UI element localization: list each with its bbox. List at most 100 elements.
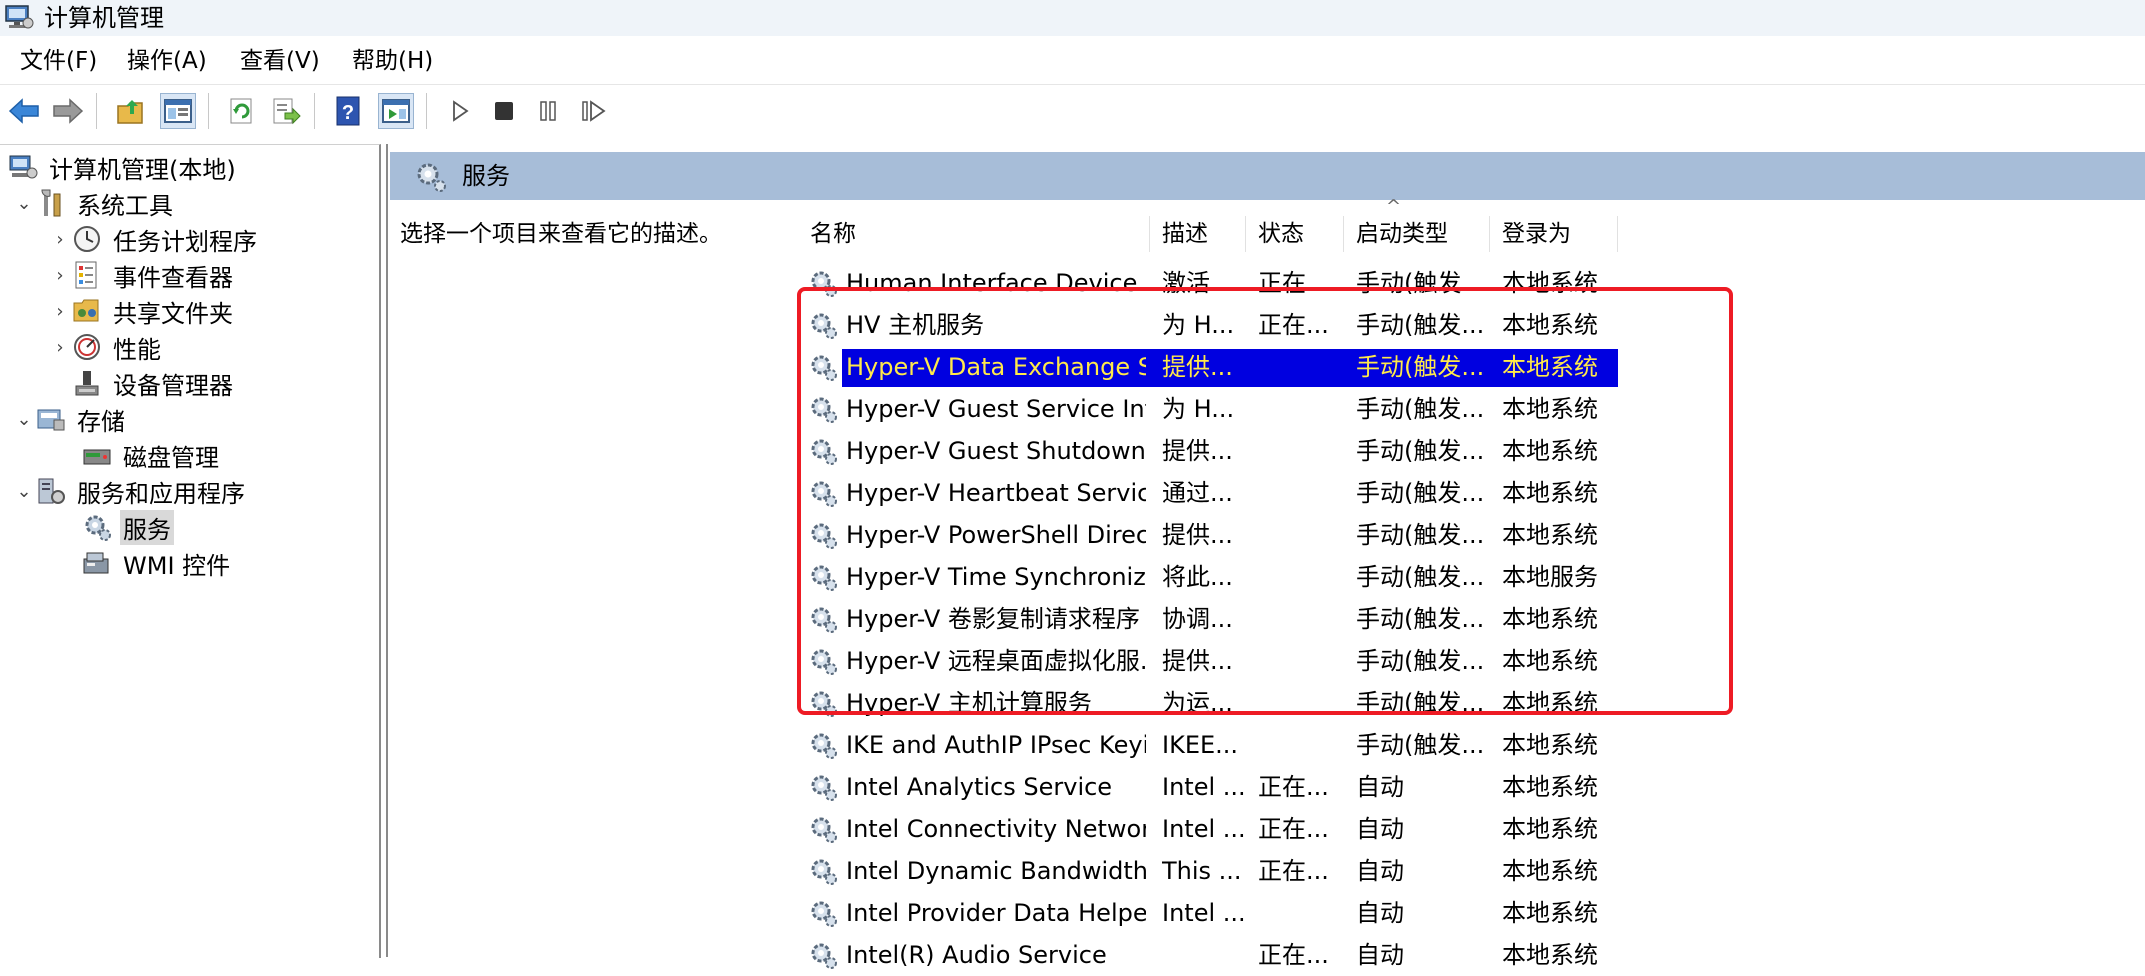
shared-folder-icon — [72, 296, 102, 326]
refresh-icon[interactable] — [224, 93, 260, 129]
tree-item-shared-folders[interactable]: › 共享文件夹 — [48, 293, 236, 329]
service-startup-type: 手动(触发... — [1356, 269, 1485, 297]
service-row[interactable]: Intel Analytics Service Intel ... 正在... 自动 本… — [798, 766, 1618, 808]
service-gear-icon — [808, 562, 838, 592]
chevron-right-icon[interactable]: › — [48, 229, 72, 250]
tree-item-disk-management[interactable]: 磁盘管理 — [82, 437, 222, 473]
chevron-down-icon[interactable]: ⌄ — [12, 481, 36, 502]
properties-icon[interactable] — [378, 93, 414, 129]
service-row[interactable]: Hyper-V Time Synchroniza... 将此... 手动(触发...… — [798, 556, 1618, 598]
service-name: Intel(R) Audio Service — [846, 941, 1107, 969]
service-row[interactable]: Intel Provider Data Helper ... Intel ... 自… — [798, 892, 1618, 934]
service-name: Intel Provider Data Helper ... — [846, 899, 1146, 927]
column-header-status[interactable]: 状态 — [1246, 216, 1344, 252]
export-list-icon[interactable] — [268, 93, 304, 129]
service-startup-type: 手动(触发... — [1356, 689, 1485, 717]
service-gear-icon — [808, 520, 838, 550]
resume-icon[interactable] — [576, 93, 612, 129]
tree-item-services-and-apps[interactable]: ⌄ 服务和应用程序 — [12, 473, 248, 509]
back-icon[interactable] — [6, 93, 42, 129]
service-description: Intel ... — [1162, 773, 1246, 801]
column-header-name[interactable]: 名称 — [798, 216, 1150, 252]
service-log-on-as: 本地系统 — [1502, 731, 1598, 759]
service-name: Hyper-V Data Exchange Se... — [846, 353, 1146, 381]
tree-item-performance[interactable]: › 性能 — [48, 329, 164, 365]
menu-help[interactable]: 帮助(H) — [348, 46, 437, 76]
service-name: Hyper-V Heartbeat Service — [846, 479, 1146, 507]
disk-icon — [82, 440, 112, 470]
service-log-on-as: 本地系统 — [1502, 815, 1598, 843]
service-row[interactable]: Hyper-V Heartbeat Service 通过... 手动(触发... 本地… — [798, 472, 1618, 514]
service-status — [1258, 435, 1348, 467]
service-row[interactable]: Intel Dynamic Bandwidth ... This ... 正在...… — [798, 850, 1618, 892]
service-row[interactable]: Hyper-V PowerShell Direct... 提供... 手动(触发..… — [798, 514, 1618, 556]
show-hide-tree-icon[interactable] — [160, 93, 196, 129]
service-row[interactable]: Hyper-V Guest Shutdown ... 提供... 手动(触发... 本… — [798, 430, 1618, 472]
service-name: Hyper-V 卷影复制请求程序 — [846, 605, 1140, 633]
service-row[interactable]: IKE and AuthIP IPsec Keyin... IKEE... 手动(触… — [798, 724, 1618, 766]
chevron-down-icon[interactable]: ⌄ — [12, 409, 36, 430]
service-row[interactable]: Intel Connectivity Network... Intel ... 正在… — [798, 808, 1618, 850]
service-description — [1162, 939, 1254, 971]
computer-management-icon — [5, 5, 34, 29]
service-row[interactable]: Hyper-V Guest Service Int... 为 H... 手动(触发.… — [798, 388, 1618, 430]
service-row[interactable]: Intel(R) Audio Service 正在... 自动 本地系统 — [798, 934, 1618, 976]
tree-item-device-manager[interactable]: 设备管理器 — [72, 365, 236, 401]
tree-item-storage[interactable]: ⌄ 存储 — [12, 401, 128, 437]
tree-item-wmi-control[interactable]: WMI 控件 — [82, 545, 233, 581]
service-row[interactable]: Hyper-V Data Exchange Se... 提供... 手动(触发...… — [798, 346, 1618, 388]
service-startup-type: 手动(触发... — [1356, 311, 1485, 339]
service-status: 正在... — [1258, 269, 1329, 297]
service-gear-icon — [808, 856, 838, 886]
device-manager-icon — [72, 368, 102, 398]
service-row[interactable]: HV 主机服务 为 H... 正在... 手动(触发... 本地系统 — [798, 304, 1618, 346]
chevron-right-icon[interactable]: › — [48, 337, 72, 358]
service-startup-type: 手动(触发... — [1356, 563, 1485, 591]
service-row[interactable]: Hyper-V 卷影复制请求程序 协调... 手动(触发... 本地系统 — [798, 598, 1618, 640]
service-log-on-as: 本地系统 — [1502, 857, 1598, 885]
menu-action[interactable]: 操作(A) — [123, 46, 211, 76]
tree-label: 计算机管理(本地) — [49, 155, 236, 184]
service-name: HV 主机服务 — [846, 311, 985, 339]
column-header-startup-type[interactable]: 启动类型 — [1344, 216, 1490, 252]
column-header-description[interactable]: 描述 — [1150, 216, 1246, 252]
chevron-right-icon[interactable]: › — [48, 265, 72, 286]
up-folder-icon[interactable] — [114, 93, 150, 129]
service-gear-icon — [808, 730, 838, 760]
tree-item-root[interactable]: 计算机管理(本地) — [8, 149, 239, 185]
service-row[interactable]: Human Interface Device S... 激活... 正在... 手动(… — [798, 262, 1618, 304]
service-status: 正在... — [1258, 311, 1329, 339]
service-name: Hyper-V Time Synchroniza... — [846, 563, 1146, 591]
service-startup-type: 手动(触发... — [1356, 605, 1485, 633]
service-log-on-as: 本地系统 — [1502, 353, 1598, 381]
menu-file[interactable]: 文件(F) — [16, 46, 101, 76]
service-row[interactable]: Hyper-V 远程桌面虚拟化服... 提供... 手动(触发... 本地系统 — [798, 640, 1618, 682]
tree-item-system-tools[interactable]: ⌄ 系统工具 — [12, 185, 176, 221]
navigation-tree: 计算机管理(本地) ⌄ 系统工具 › 任务计划程序 › 事件查看器 › 共享文件… — [0, 144, 381, 958]
services-list: ^ 名称 描述 状态 启动类型 登录为 Human Interface Devi… — [798, 196, 2145, 969]
service-row[interactable]: Hyper-V 主机计算服务 为运... 手动(触发... 本地系统 — [798, 682, 1618, 724]
chevron-down-icon[interactable]: ⌄ — [12, 193, 36, 214]
service-description: 通过... — [1162, 479, 1233, 507]
service-startup-type: 手动(触发... — [1356, 479, 1485, 507]
menu-view[interactable]: 查看(V) — [236, 46, 324, 76]
stop-icon[interactable] — [486, 93, 522, 129]
pause-icon[interactable] — [530, 93, 566, 129]
tree-item-event-viewer[interactable]: › 事件查看器 — [48, 257, 236, 293]
play-icon[interactable] — [442, 93, 478, 129]
service-description: 提供... — [1162, 647, 1233, 675]
column-header-log-on-as[interactable]: 登录为 — [1490, 216, 1618, 252]
chevron-right-icon[interactable]: › — [48, 301, 72, 322]
tree-item-services[interactable]: 服务 — [82, 509, 174, 545]
service-status: 正在... — [1258, 857, 1329, 885]
service-name: Hyper-V 远程桌面虚拟化服... — [846, 647, 1146, 675]
service-startup-type: 手动(触发... — [1356, 395, 1485, 423]
service-startup-type: 自动 — [1356, 815, 1404, 843]
forward-icon[interactable] — [50, 93, 86, 129]
service-status — [1258, 477, 1348, 509]
service-status — [1258, 897, 1348, 929]
service-startup-type: 手动(触发... — [1356, 437, 1485, 465]
tree-item-task-scheduler[interactable]: › 任务计划程序 — [48, 221, 260, 257]
help-icon[interactable]: ? — [330, 93, 366, 129]
service-startup-type: 自动 — [1356, 773, 1404, 801]
